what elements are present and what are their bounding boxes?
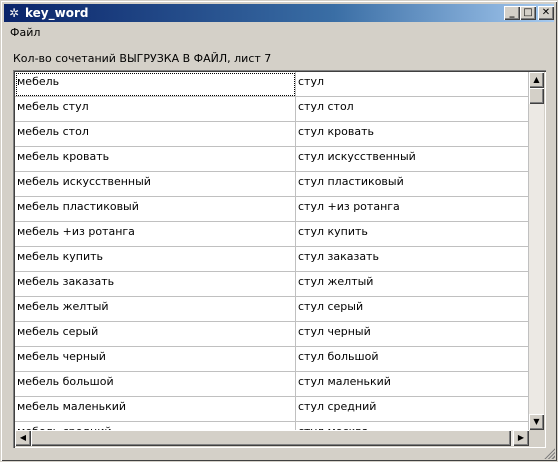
- resize-grip-icon[interactable]: [543, 447, 555, 459]
- table-row[interactable]: мебель черный стул большой: [15, 347, 529, 372]
- cell-keyword-mebel[interactable]: мебель стол: [15, 122, 296, 147]
- cell-keyword-mebel[interactable]: мебель желтый: [15, 297, 296, 322]
- table-row[interactable]: мебель пластиковый стул +из ротанга: [15, 197, 529, 222]
- cell-keyword-stul[interactable]: стул черный: [296, 322, 529, 347]
- vertical-scrollbar[interactable]: ▲ ▼: [529, 72, 544, 430]
- table-row[interactable]: мебель желтый стул серый: [15, 297, 529, 322]
- cell-keyword-stul[interactable]: стул маленький: [296, 372, 529, 397]
- cell-keyword-mebel[interactable]: мебель черный: [15, 347, 296, 372]
- menu-bar: Файл: [4, 23, 554, 42]
- maximize-button[interactable]: □: [520, 6, 536, 20]
- cell-keyword-stul[interactable]: стул кровать: [296, 122, 529, 147]
- table-row[interactable]: мебель стул: [15, 72, 529, 97]
- cell-keyword-stul[interactable]: стул москва: [296, 422, 529, 430]
- cell-keyword-mebel[interactable]: мебель заказать: [15, 272, 296, 297]
- keyword-grid[interactable]: мебель стул мебель стул стул стол мебель сто…: [13, 70, 546, 448]
- cell-keyword-mebel[interactable]: мебель +из ротанга: [15, 222, 296, 247]
- cell-keyword-mebel[interactable]: мебель: [15, 72, 296, 97]
- cell-keyword-mebel[interactable]: мебель большой: [15, 372, 296, 397]
- scroll-left-button[interactable]: ◀: [15, 430, 31, 446]
- cell-keyword-mebel[interactable]: мебель купить: [15, 247, 296, 272]
- window-title: key_word: [25, 6, 89, 20]
- minimize-button[interactable]: _: [504, 6, 520, 20]
- cell-keyword-mebel[interactable]: мебель маленький: [15, 397, 296, 422]
- cell-keyword-mebel[interactable]: мебель пластиковый: [15, 197, 296, 222]
- cell-keyword-stul[interactable]: стул заказать: [296, 247, 529, 272]
- horizontal-scroll-thumb[interactable]: [31, 430, 511, 446]
- table-row[interactable]: мебель +из ротанга стул купить: [15, 222, 529, 247]
- grid-rows: мебель стул мебель стул стул стол мебель сто…: [15, 72, 529, 430]
- table-row[interactable]: мебель стол стул кровать: [15, 122, 529, 147]
- gear-icon: ✲: [8, 6, 20, 20]
- scroll-down-button[interactable]: ▼: [529, 414, 544, 430]
- cell-keyword-mebel[interactable]: мебель кровать: [15, 147, 296, 172]
- cell-keyword-stul[interactable]: стул средний: [296, 397, 529, 422]
- cell-keyword-stul[interactable]: стул пластиковый: [296, 172, 529, 197]
- close-button[interactable]: ✕: [538, 6, 554, 20]
- table-row[interactable]: мебель заказать стул желтый: [15, 272, 529, 297]
- table-row[interactable]: мебель кровать стул искусственный: [15, 147, 529, 172]
- cell-keyword-stul[interactable]: стул +из ротанга: [296, 197, 529, 222]
- table-row[interactable]: мебель среднийстул москва: [15, 422, 529, 430]
- table-row[interactable]: мебель искусственный стул пластиковый: [15, 172, 529, 197]
- horizontal-scrollbar[interactable]: ◀ ▶: [15, 430, 529, 446]
- app-window: ✲ key_word _ □ ✕ Файл Кол-во сочетаний В…: [0, 0, 558, 462]
- grid-caption: Кол-во сочетаний ВЫГРУЗКА В ФАЙЛ, лист 7: [13, 52, 272, 65]
- vertical-scroll-thumb[interactable]: [529, 88, 544, 104]
- scroll-right-button[interactable]: ▶: [513, 430, 529, 446]
- menu-file[interactable]: Файл: [10, 26, 40, 39]
- table-row[interactable]: мебель серый стул черный: [15, 322, 529, 347]
- table-row[interactable]: мебель купить стул заказать: [15, 247, 529, 272]
- title-bar[interactable]: ✲ key_word _ □ ✕: [4, 4, 554, 22]
- scrollbar-corner: [529, 430, 544, 446]
- cell-keyword-stul[interactable]: стул: [296, 72, 529, 97]
- cell-keyword-stul[interactable]: стул купить: [296, 222, 529, 247]
- cell-keyword-stul[interactable]: стул стол: [296, 97, 529, 122]
- cell-keyword-mebel[interactable]: мебель искусственный: [15, 172, 296, 197]
- cell-keyword-mebel[interactable]: мебель средний: [15, 422, 296, 430]
- cell-keyword-stul[interactable]: стул серый: [296, 297, 529, 322]
- cell-keyword-mebel[interactable]: мебель серый: [15, 322, 296, 347]
- scroll-up-button[interactable]: ▲: [529, 72, 544, 88]
- cell-keyword-stul[interactable]: стул желтый: [296, 272, 529, 297]
- table-row[interactable]: мебель большой стул маленький: [15, 372, 529, 397]
- cell-keyword-stul[interactable]: стул большой: [296, 347, 529, 372]
- cell-keyword-mebel[interactable]: мебель стул: [15, 97, 296, 122]
- cell-keyword-stul[interactable]: стул искусственный: [296, 147, 529, 172]
- table-row[interactable]: мебель маленький стул средний: [15, 397, 529, 422]
- table-row[interactable]: мебель стул стул стол: [15, 97, 529, 122]
